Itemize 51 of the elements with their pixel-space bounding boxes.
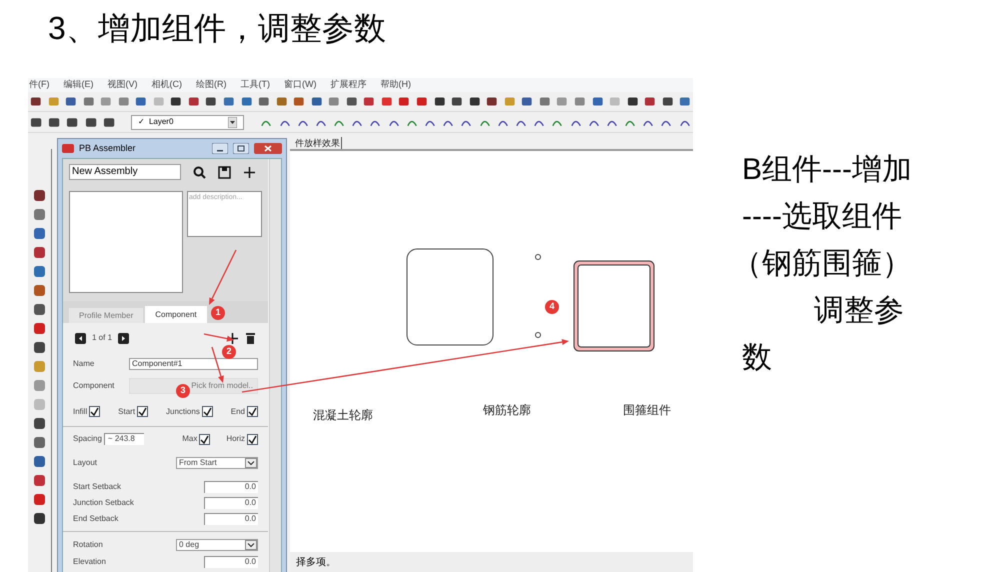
field-label: Elevation	[73, 556, 106, 568]
note-text: B组件---增加	[742, 152, 913, 188]
field-label: Start Setback	[73, 481, 122, 493]
menu-item[interactable]: 工具(T)	[240, 78, 270, 92]
layer-name: Layer0	[148, 116, 174, 128]
select-value: 0 deg	[179, 539, 200, 551]
menu-item[interactable]: 编辑(E)	[64, 78, 94, 92]
note-text: ----选取组件	[742, 199, 903, 235]
menu-item[interactable]: 窗口(W)	[284, 78, 316, 92]
spacing-field[interactable]: ~ 243.8	[104, 433, 144, 445]
menu-item[interactable]: 视图(V)	[108, 78, 138, 92]
assembly-name-field[interactable]: New Assembly	[69, 164, 181, 180]
checkbox-label: Start	[118, 406, 136, 418]
tab[interactable]: Profile Member	[69, 308, 144, 323]
window-title: PB Assembler	[79, 142, 137, 155]
menu-item[interactable]: 相机(C)	[152, 78, 182, 92]
elevation-field[interactable]: 0.0	[204, 556, 258, 568]
name-field[interactable]: Component#1	[129, 358, 258, 370]
setback-field[interactable]: 0.0	[204, 497, 258, 509]
field-label: Junction Setback	[73, 497, 134, 509]
layer-dropdown[interactable]: ✓ Layer0	[130, 114, 244, 130]
checkbox-label: Infill	[73, 406, 88, 418]
menu-item[interactable]: 帮助(H)	[380, 78, 411, 92]
canvas-label: 钢筋轮廓	[483, 402, 531, 419]
setback-field[interactable]: 0.0	[204, 513, 258, 525]
canvas-label: 围箍组件	[623, 402, 671, 419]
note-text: 数	[742, 340, 773, 376]
layout-select[interactable]: From Start	[176, 457, 258, 469]
check-text: ✓	[138, 116, 145, 128]
field-label: Component	[73, 380, 116, 392]
rotation-select[interactable]: 0 deg	[176, 539, 258, 551]
canvas-label: 混凝土轮廓	[313, 407, 373, 424]
field-label: Spacing	[73, 433, 102, 445]
field-label: Layout	[73, 457, 98, 469]
checkbox-label: Max	[182, 433, 198, 445]
setback-field[interactable]: 0.0	[204, 481, 258, 493]
slide-title: 3、增加组件，调整参数	[48, 9, 386, 48]
note-text: 调整参	[813, 293, 905, 329]
checkbox-label: End	[230, 406, 245, 418]
note-text: （钢筋围箍）	[732, 246, 913, 282]
checkbox-label: Horiz	[226, 433, 245, 445]
menu-item[interactable]: 件(F)	[29, 78, 50, 92]
pager-text: 1 of 1	[92, 332, 112, 344]
menu-item[interactable]: 绘图(R)	[196, 78, 226, 92]
field-label: End Setback	[73, 513, 118, 525]
select-value: From Start	[179, 457, 218, 469]
menu-item[interactable]: 扩展程序	[330, 78, 366, 92]
checkbox-label: Junctions	[166, 406, 200, 418]
tab[interactable]: Component	[145, 306, 207, 323]
field-label: Name	[73, 358, 96, 370]
field-label: Rotation	[73, 539, 103, 551]
